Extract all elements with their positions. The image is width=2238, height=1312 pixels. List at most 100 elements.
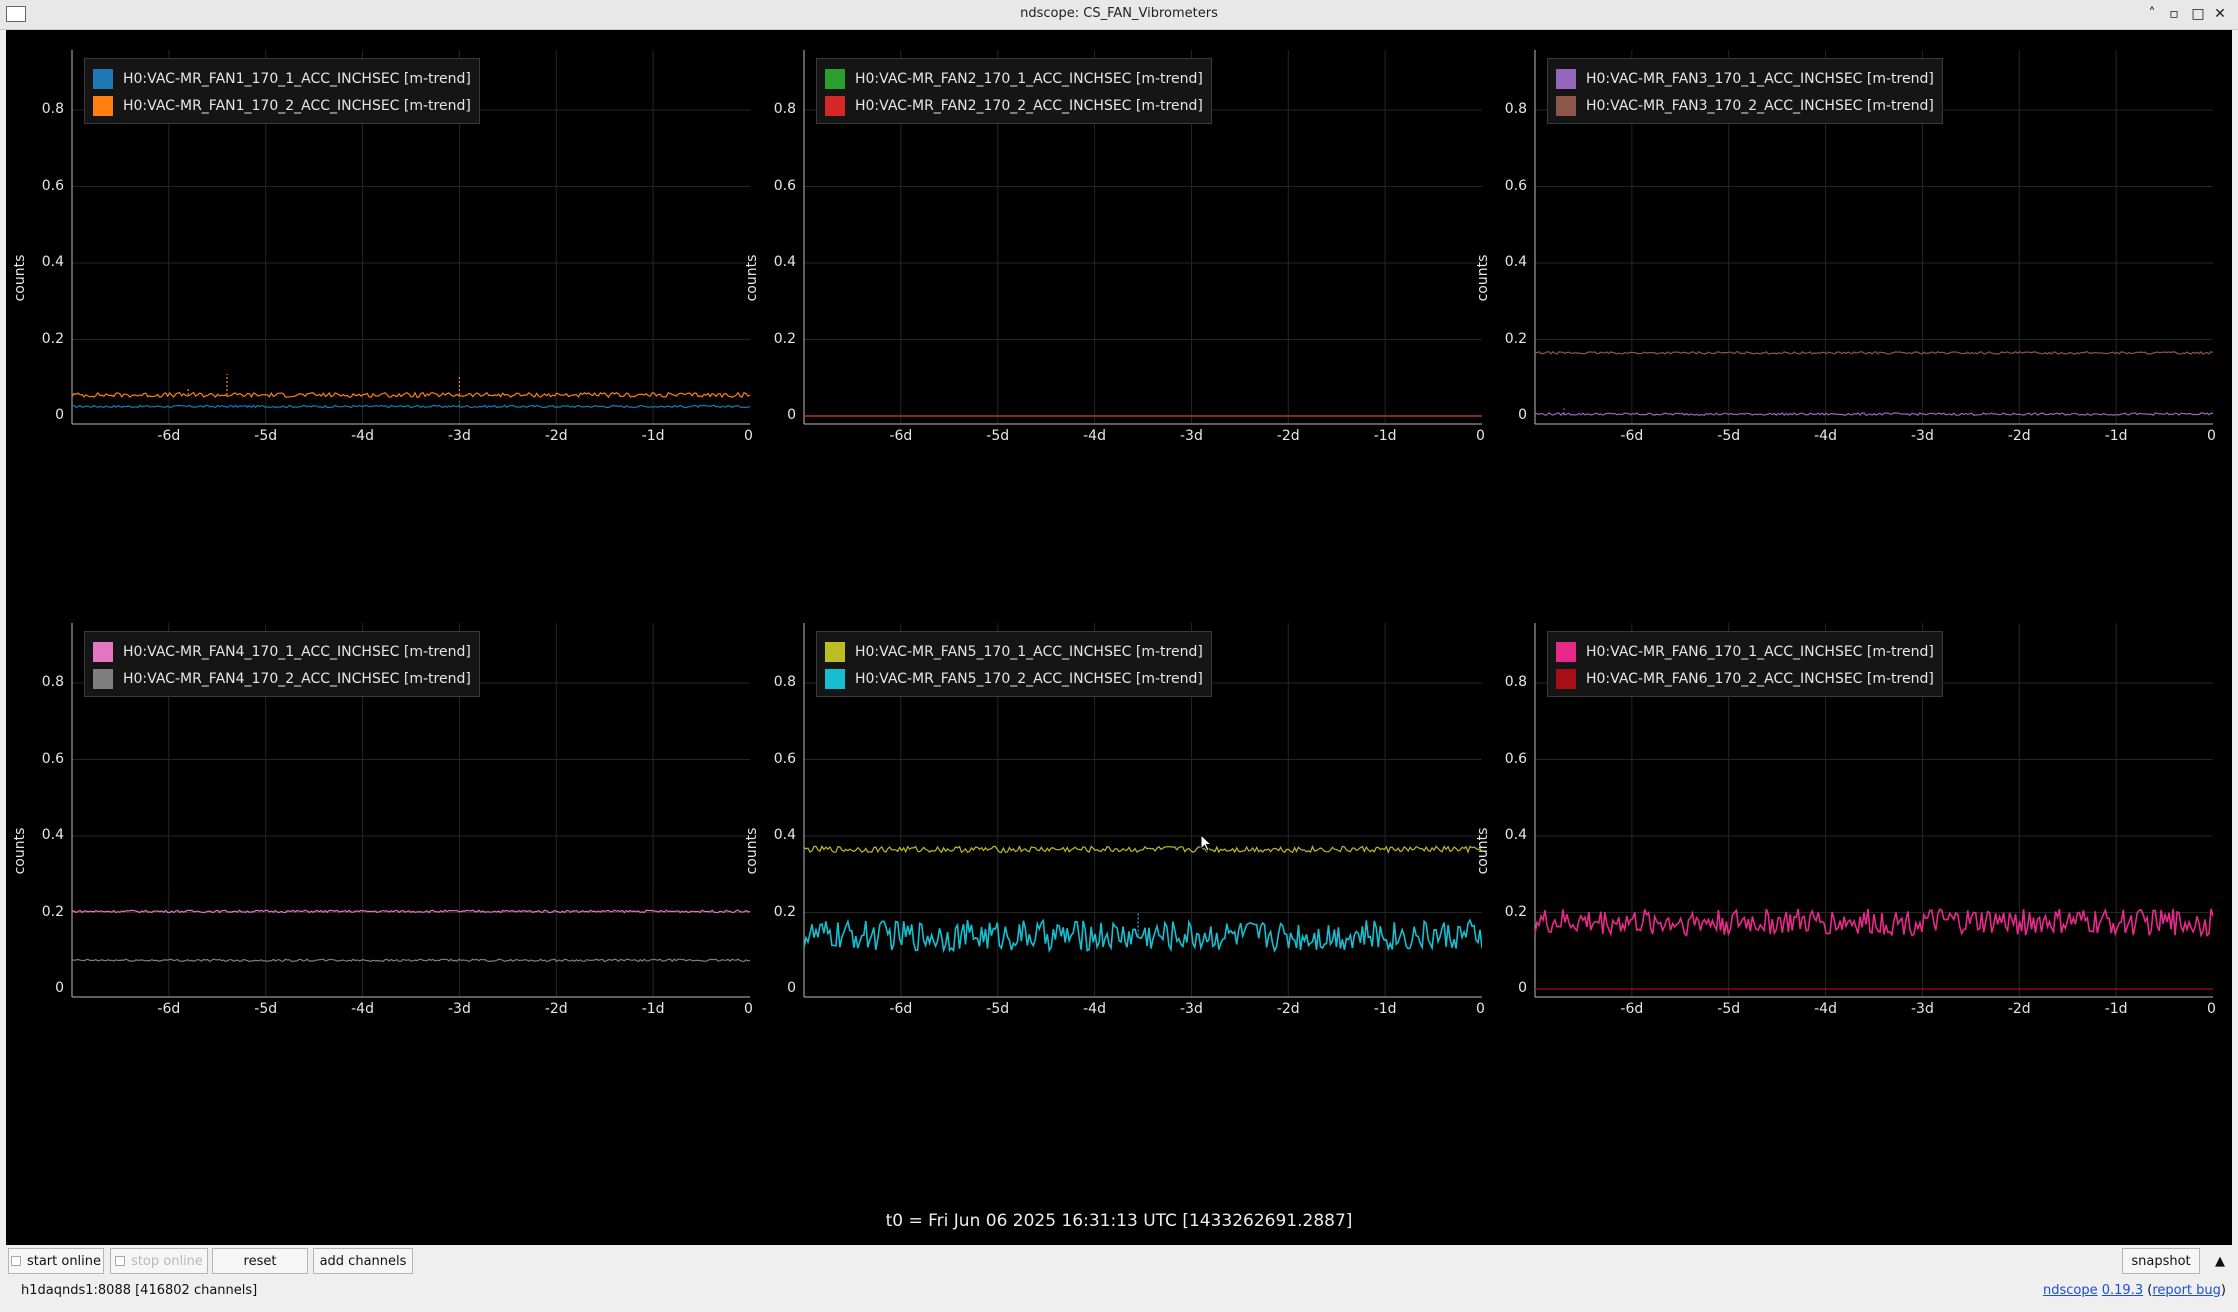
x-tick-label: -1d (641, 428, 665, 444)
y-axis-label: counts (1475, 254, 1491, 302)
x-tick-label: -6d (889, 428, 913, 444)
legend-label: H0:VAC-MR_FAN4_170_2_ACC_INCHSEC [m-tren… (123, 670, 471, 687)
legend-item[interactable]: H0:VAC-MR_FAN3_170_2_ACC_INCHSEC [m-tren… (1556, 92, 1934, 119)
legend-item[interactable]: H0:VAC-MR_FAN1_170_2_ACC_INCHSEC [m-tren… (93, 92, 471, 119)
close-icon[interactable]: ✕ (2210, 4, 2230, 24)
server-status: h1daqnds1:8088 [416802 channels] (21, 1283, 258, 1298)
snapshot-button[interactable]: snapshot (2122, 1248, 2200, 1274)
start-online-label: start online (26, 1253, 102, 1269)
legend-item[interactable]: H0:VAC-MR_FAN5_170_2_ACC_INCHSEC [m-tren… (825, 665, 1203, 692)
legend-swatch (93, 68, 113, 89)
maximize-icon[interactable]: □ (2188, 4, 2208, 24)
x-tick-label: -5d (1717, 1001, 1741, 1017)
minimize-icon[interactable]: ˄ (2142, 4, 2162, 24)
plot-legend[interactable]: H0:VAC-MR_FAN1_170_1_ACC_INCHSEC [m-tren… (84, 58, 480, 124)
add-channels-button[interactable]: add channels (313, 1248, 413, 1274)
legend-item[interactable]: H0:VAC-MR_FAN5_170_1_ACC_INCHSEC [m-tren… (825, 638, 1203, 665)
x-tick-label: -6d (157, 428, 181, 444)
legend-swatch (825, 641, 845, 662)
y-tick-label: 0.4 (1504, 827, 1527, 843)
start-online-button[interactable]: start online (8, 1248, 104, 1274)
y-tick-label: 0.2 (41, 330, 64, 347)
legend-item[interactable]: H0:VAC-MR_FAN6_170_1_ACC_INCHSEC [m-tren… (1556, 638, 1934, 665)
plot-legend[interactable]: H0:VAC-MR_FAN2_170_1_ACC_INCHSEC [m-tren… (816, 58, 1212, 124)
report-bug-link[interactable]: report bug (2152, 1283, 2221, 1298)
x-tick-label: -5d (1717, 428, 1741, 444)
y-tick-label: 0.4 (41, 827, 64, 843)
plot-legend[interactable]: H0:VAC-MR_FAN6_170_1_ACC_INCHSEC [m-tren… (1547, 631, 1943, 697)
legend-item[interactable]: H0:VAC-MR_FAN2_170_2_ACC_INCHSEC [m-tren… (825, 92, 1203, 119)
legend-item[interactable]: H0:VAC-MR_FAN4_170_1_ACC_INCHSEC [m-tren… (93, 638, 471, 665)
legend-swatch (825, 95, 845, 116)
y-tick-label: 0.6 (1504, 750, 1527, 767)
x-tick-label: -1d (1373, 428, 1397, 444)
y-tick-label: 0.6 (41, 177, 64, 194)
series-trace-2 (71, 391, 750, 399)
y-tick-label: 0.2 (773, 330, 796, 347)
paren-close: ) (2220, 1283, 2226, 1298)
ndscope-link[interactable]: ndscope (2043, 1283, 2098, 1298)
y-tick-label: 0.2 (41, 903, 64, 920)
y-axis-label: counts (744, 827, 760, 875)
window-title: ndscope: CS_FAN_Vibrometers (1020, 6, 1218, 21)
legend-item[interactable]: H0:VAC-MR_FAN2_170_1_ACC_INCHSEC [m-tren… (825, 65, 1203, 92)
version-link[interactable]: 0.19.3 (2102, 1283, 2143, 1298)
series-trace-2 (71, 958, 750, 963)
x-tick-label: -4d (1814, 428, 1837, 444)
plot-panel-6[interactable]: 0 0.2 0.4 0.6 0.8 -6d -5d -4d -3d -2d -1d 0 counts H0… (1469, 603, 2216, 1017)
y-tick-label: 0.2 (773, 903, 796, 920)
shade-icon[interactable]: ▫ (2164, 4, 2184, 24)
x-tick-label: -2d (2007, 428, 2031, 444)
legend-swatch (825, 68, 845, 89)
y-tick-label: 0 (1518, 407, 1527, 423)
y-tick-label: 0.8 (773, 101, 796, 117)
plot-panel-5[interactable]: 0 0.2 0.4 0.6 0.8 -6d -5d -4d -3d -2d -1d 0 counts H0… (738, 603, 1485, 1017)
status-links: ndscope 0.19.3 (report bug) (2043, 1283, 2226, 1298)
x-tick-label: -4d (1814, 1001, 1837, 1017)
legend-swatch (1556, 668, 1576, 689)
y-tick-label: 0 (55, 407, 64, 423)
window-titlebar: ndscope: CS_FAN_Vibrometers ˄ ▫ □ ✕ (0, 0, 2238, 30)
x-tick-label: -3d (447, 1001, 471, 1017)
plot-legend[interactable]: H0:VAC-MR_FAN3_170_1_ACC_INCHSEC [m-tren… (1547, 58, 1943, 124)
x-tick-label: -3d (1910, 428, 1934, 444)
x-tick-label: -5d (254, 428, 278, 444)
x-tick-label: -4d (1083, 428, 1106, 444)
y-tick-label: 0.4 (1504, 254, 1527, 270)
x-tick-label: -6d (889, 1001, 913, 1017)
plot-panel-4[interactable]: 0 0.2 0.4 0.6 0.8 -6d -5d -4d -3d -2d -1d 0 counts H0… (6, 603, 753, 1017)
y-tick-label: 0.8 (41, 101, 64, 117)
x-tick-label: -2d (544, 1001, 568, 1017)
x-tick-label: -5d (986, 428, 1010, 444)
legend-item[interactable]: H0:VAC-MR_FAN4_170_2_ACC_INCHSEC [m-tren… (93, 665, 471, 692)
plot-legend[interactable]: H0:VAC-MR_FAN4_170_1_ACC_INCHSEC [m-tren… (84, 631, 480, 697)
legend-label: H0:VAC-MR_FAN1_170_1_ACC_INCHSEC [m-tren… (123, 70, 471, 87)
plot-panel-1[interactable]: 0 0.2 0.4 0.6 0.8 -6d -5d -4d -3d -2d -1d 0 counts H0… (6, 30, 753, 444)
legend-label: H0:VAC-MR_FAN1_170_2_ACC_INCHSEC [m-tren… (123, 97, 471, 114)
plot-panel-2[interactable]: 0 0.2 0.4 0.6 0.8 -6d -5d -4d -3d -2d -1d 0 counts H0… (738, 30, 1485, 444)
legend-swatch (1556, 641, 1576, 662)
y-tick-label: 0.4 (773, 254, 796, 270)
plot-area[interactable]: 0 0.2 0.4 0.6 0.8 -6d -5d -4d -3d -2d -1d 0 counts H0… (6, 30, 2232, 1245)
x-tick-label: -6d (1620, 428, 1644, 444)
y-tick-label: 0.4 (773, 827, 796, 843)
legend-label: H0:VAC-MR_FAN4_170_1_ACC_INCHSEC [m-tren… (123, 643, 471, 660)
x-tick-label: -4d (351, 1001, 374, 1017)
legend-item[interactable]: H0:VAC-MR_FAN1_170_1_ACC_INCHSEC [m-tren… (93, 65, 471, 92)
legend-swatch (93, 641, 113, 662)
start-online-checkbox-icon (10, 1256, 21, 1266)
reset-button[interactable]: reset (212, 1248, 308, 1274)
legend-swatch (1556, 68, 1576, 89)
legend-item[interactable]: H0:VAC-MR_FAN3_170_1_ACC_INCHSEC [m-tren… (1556, 65, 1934, 92)
legend-label: H0:VAC-MR_FAN5_170_2_ACC_INCHSEC [m-tren… (855, 670, 1203, 687)
x-tick-label: -6d (157, 1001, 181, 1017)
x-tick-label: -1d (641, 1001, 665, 1017)
y-tick-label: 0.6 (41, 750, 64, 767)
legend-item[interactable]: H0:VAC-MR_FAN6_170_2_ACC_INCHSEC [m-tren… (1556, 665, 1934, 692)
legend-swatch (825, 668, 845, 689)
expand-icon[interactable]: ▲ (2208, 1248, 2232, 1274)
plot-legend[interactable]: H0:VAC-MR_FAN5_170_1_ACC_INCHSEC [m-tren… (816, 631, 1212, 697)
x-tick-label: -1d (1373, 1001, 1397, 1017)
plot-panel-3[interactable]: 0 0.2 0.4 0.6 0.8 -6d -5d -4d -3d -2d -1d 0 counts H0… (1469, 30, 2216, 444)
mouse-pointer-icon (1200, 834, 1213, 852)
